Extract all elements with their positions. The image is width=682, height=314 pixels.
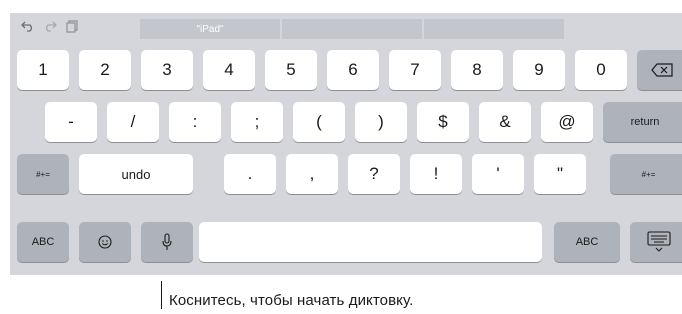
dictation-key[interactable]: [141, 222, 193, 262]
emoji-key[interactable]: [79, 222, 131, 262]
key-apostrophe[interactable]: ': [472, 154, 524, 194]
key-dollar[interactable]: $: [417, 102, 469, 142]
hide-keyboard-icon: [646, 231, 671, 252]
ipad-keyboard: "iPad" 1 2 3 4 5 6 7 8 9 0 - / : ; ( ) $…: [10, 13, 682, 275]
key-7[interactable]: 7: [389, 50, 441, 90]
key-0[interactable]: 0: [575, 50, 627, 90]
key-open-paren[interactable]: (: [293, 102, 345, 142]
return-key[interactable]: return: [603, 102, 682, 142]
suggestion-2[interactable]: [282, 19, 422, 39]
hide-keyboard-key[interactable]: [630, 222, 682, 262]
backspace-icon: [651, 63, 673, 77]
emoji-icon: [98, 235, 112, 249]
key-semicolon[interactable]: ;: [231, 102, 283, 142]
key-quote[interactable]: ": [534, 154, 586, 194]
shift-symbols-key-left[interactable]: #+=: [17, 154, 69, 194]
delete-key[interactable]: [637, 50, 682, 90]
undo-arrow-icon[interactable]: [18, 16, 38, 36]
clipboard-icon[interactable]: [62, 16, 82, 36]
suggestion-3[interactable]: [424, 19, 564, 39]
key-comma[interactable]: ,: [286, 154, 338, 194]
abc-key-left[interactable]: ABC: [17, 222, 69, 262]
key-3[interactable]: 3: [141, 50, 193, 90]
microphone-icon: [162, 233, 172, 250]
key-2[interactable]: 2: [79, 50, 131, 90]
key-at[interactable]: @: [541, 102, 593, 142]
key-6[interactable]: 6: [327, 50, 379, 90]
key-question[interactable]: ?: [348, 154, 400, 194]
callout-line: [161, 281, 162, 309]
key-period[interactable]: .: [224, 154, 276, 194]
key-4[interactable]: 4: [203, 50, 255, 90]
shift-symbols-key-right[interactable]: #+=: [610, 154, 682, 194]
key-5[interactable]: 5: [265, 50, 317, 90]
dictation-caption: Коснитесь, чтобы начать диктовку.: [169, 292, 414, 309]
abc-key-right[interactable]: ABC: [554, 222, 620, 262]
key-9[interactable]: 9: [513, 50, 565, 90]
key-dash[interactable]: -: [45, 102, 97, 142]
key-close-paren[interactable]: ): [355, 102, 407, 142]
key-1[interactable]: 1: [17, 50, 69, 90]
space-bar[interactable]: [199, 222, 542, 262]
key-ampersand[interactable]: &: [479, 102, 531, 142]
redo-arrow-icon[interactable]: [40, 16, 60, 36]
key-exclamation[interactable]: !: [410, 154, 462, 194]
key-colon[interactable]: :: [169, 102, 221, 142]
undo-key[interactable]: undo: [79, 154, 193, 194]
key-slash[interactable]: /: [107, 102, 159, 142]
key-8[interactable]: 8: [451, 50, 503, 90]
suggestion-1[interactable]: "iPad": [140, 19, 280, 39]
